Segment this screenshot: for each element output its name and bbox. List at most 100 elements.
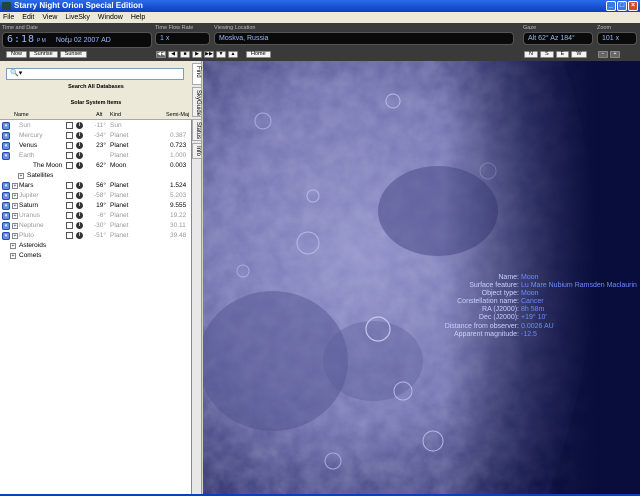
row-menu-icon[interactable]: ▾	[2, 182, 10, 190]
row-name[interactable]: The Moon	[33, 161, 62, 171]
expand-plus-icon[interactable]: +	[12, 233, 18, 239]
row-name[interactable]: Jupiter	[19, 191, 39, 201]
info-icon[interactable]: i	[76, 212, 83, 219]
search-input[interactable]: 🔍▾	[6, 68, 184, 80]
row-menu-icon[interactable]: ▾	[2, 132, 10, 140]
sunset-button[interactable]: Sunset	[59, 51, 87, 58]
maximize-button[interactable]: □	[617, 1, 627, 11]
row-name[interactable]: Pluto	[19, 231, 34, 241]
expand-plus-icon[interactable]: +	[12, 183, 18, 189]
row-name[interactable]: Mars	[19, 181, 33, 191]
home-button[interactable]: Home	[246, 51, 271, 58]
list-item[interactable]: + Satellites	[0, 171, 192, 181]
time-value[interactable]: 6:18	[7, 34, 35, 45]
info-icon[interactable]: i	[76, 192, 83, 199]
info-icon[interactable]: i	[76, 152, 83, 159]
info-icon[interactable]: i	[76, 222, 83, 229]
expand-plus-icon[interactable]: +	[10, 243, 16, 249]
search-icon[interactable]: 🔍▾	[10, 70, 22, 77]
info-icon[interactable]: i	[76, 132, 83, 139]
list-item[interactable]: ▾ Mercury i -34° Planet 0.387	[0, 131, 192, 141]
location-field[interactable]: Moskva, Russia	[214, 32, 514, 45]
compass-s-button[interactable]: S	[539, 51, 554, 58]
col-kind-header[interactable]: Kind	[110, 112, 121, 118]
minimize-button[interactable]: _	[606, 1, 616, 11]
list-item[interactable]: ▾ Sun i -11° Sun	[0, 121, 192, 131]
sky-view[interactable]: Name: Moon Surface feature: Lu Mare Nubium …	[203, 61, 640, 494]
time-flow-field[interactable]: 1 x	[155, 32, 210, 45]
list-item[interactable]: ▾ Venus i 23° Planet 0.723	[0, 141, 192, 151]
visibility-checkbox[interactable]	[66, 192, 73, 199]
visibility-checkbox[interactable]	[66, 202, 73, 209]
rewind-button[interactable]: ◀◀	[156, 51, 166, 58]
row-menu-icon[interactable]: ▾	[2, 202, 10, 210]
zoom-field[interactable]: 101 x	[597, 32, 637, 45]
list-item[interactable]: ▾ + Jupiter i -58° Planet 5.203	[0, 191, 192, 201]
row-menu-icon[interactable]: ▾	[2, 122, 10, 130]
compass-n-button[interactable]: N	[524, 51, 538, 58]
menu-file[interactable]: File	[3, 12, 14, 23]
menu-window[interactable]: Window	[98, 12, 123, 23]
tab-find[interactable]: Find	[192, 63, 202, 85]
visibility-checkbox[interactable]	[66, 122, 73, 129]
col-alt-header[interactable]: Alt	[96, 112, 102, 118]
tab-skyguide[interactable]: SkyGuide	[192, 87, 202, 117]
menu-livesky[interactable]: LiveSky	[65, 12, 90, 23]
list-item[interactable]: ▾ + Saturn i 19° Planet 9.555	[0, 201, 192, 211]
row-name[interactable]: Neptune	[19, 221, 44, 231]
visibility-checkbox[interactable]	[66, 152, 73, 159]
date-value[interactable]: Νοέμ 02 2007 AD	[56, 37, 111, 44]
info-icon[interactable]: i	[76, 162, 83, 169]
list-item[interactable]: ▾ + Pluto i -51° Planet 39.48	[0, 231, 192, 241]
sunrise-button[interactable]: Sunrise	[29, 51, 58, 58]
col-semi-header[interactable]: Semi-Maj	[166, 112, 189, 118]
row-menu-icon[interactable]: ▾	[2, 212, 10, 220]
row-menu-icon[interactable]: ▾	[2, 142, 10, 150]
list-item[interactable]: The Moon i 62° Moon 0.003	[0, 161, 192, 171]
visibility-checkbox[interactable]	[66, 232, 73, 239]
row-menu-icon[interactable]: ▾	[2, 192, 10, 200]
zoom-value[interactable]: 101 x	[602, 35, 619, 42]
location-value[interactable]: Moskva, Russia	[219, 35, 268, 42]
step-forward-button[interactable]: ▶▶	[204, 51, 214, 58]
list-item[interactable]: ▾ + Uranus i -6° Planet 19.22	[0, 211, 192, 221]
location-down-icon[interactable]: ▼	[216, 51, 226, 58]
visibility-checkbox[interactable]	[66, 222, 73, 229]
menu-help[interactable]: Help	[131, 12, 145, 23]
row-menu-icon[interactable]: ▾	[2, 222, 10, 230]
col-name-header[interactable]: Name	[14, 112, 29, 118]
row-name[interactable]: Satellites	[27, 171, 53, 181]
visibility-checkbox[interactable]	[66, 182, 73, 189]
close-button[interactable]: ×	[628, 1, 638, 11]
zoom-out-button[interactable]: −	[598, 51, 608, 58]
stop-button[interactable]: ■	[180, 51, 190, 58]
info-icon[interactable]: i	[76, 232, 83, 239]
gaze-field[interactable]: Alt 62° Az 184°	[523, 32, 593, 45]
compass-e-button[interactable]: E	[555, 51, 570, 58]
list-item[interactable]: ▾ Earth i Planet 1.000	[0, 151, 192, 161]
tab-status[interactable]: Status	[192, 119, 202, 141]
list-item[interactable]: ▾ + Neptune i -30° Planet 30.11	[0, 221, 192, 231]
info-icon[interactable]: i	[76, 202, 83, 209]
compass-w-button[interactable]: W	[571, 51, 587, 58]
row-name[interactable]: Mercury	[19, 131, 42, 141]
expand-plus-icon[interactable]: +	[12, 203, 18, 209]
expand-plus-icon[interactable]: +	[10, 253, 16, 259]
row-name[interactable]: Saturn	[19, 201, 38, 211]
moon-image[interactable]	[203, 61, 640, 494]
row-name[interactable]: Comets	[19, 251, 41, 261]
list-item[interactable]: + Comets	[0, 251, 192, 261]
list-item[interactable]: + Asteroids	[0, 241, 192, 251]
menu-view[interactable]: View	[42, 12, 57, 23]
play-button[interactable]: ▶	[192, 51, 202, 58]
expand-plus-icon[interactable]: +	[18, 173, 24, 179]
tab-info[interactable]: Info	[192, 143, 202, 159]
expand-plus-icon[interactable]: +	[12, 213, 18, 219]
row-name[interactable]: Asteroids	[19, 241, 46, 251]
info-icon[interactable]: i	[76, 142, 83, 149]
list-item[interactable]: ▾ + Mars i 56° Planet 1.524	[0, 181, 192, 191]
row-name[interactable]: Earth	[19, 151, 35, 161]
info-icon[interactable]: i	[76, 182, 83, 189]
zoom-in-button[interactable]: +	[610, 51, 620, 58]
expand-plus-icon[interactable]: +	[12, 223, 18, 229]
